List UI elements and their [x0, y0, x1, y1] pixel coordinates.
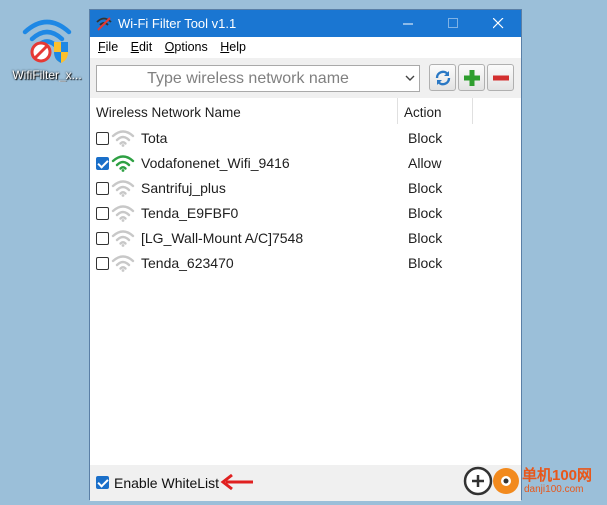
- minimize-button[interactable]: [386, 10, 431, 37]
- menu-file[interactable]: File: [98, 37, 123, 54]
- column-separator[interactable]: [472, 98, 473, 124]
- row-checkbox[interactable]: [96, 157, 109, 170]
- network-action[interactable]: Block: [408, 130, 442, 146]
- network-name: Vodafonenet_Wifi_9416: [141, 155, 290, 171]
- column-header-action[interactable]: Action: [404, 105, 442, 120]
- app-window: Wi-Fi Filter Tool v1.1 File Edit Options…: [89, 9, 522, 501]
- network-action[interactable]: Allow: [408, 155, 441, 171]
- title-bar[interactable]: Wi-Fi Filter Tool v1.1: [90, 10, 521, 37]
- row-checkbox[interactable]: [96, 207, 109, 220]
- plus-icon: [464, 70, 480, 86]
- desktop-shortcut-label: WifiFilter_x...: [12, 68, 82, 82]
- refresh-button[interactable]: [429, 64, 456, 91]
- status-bar: Enable WhiteList: [90, 465, 521, 501]
- menu-options[interactable]: Options: [165, 37, 213, 54]
- network-name-input[interactable]: [98, 67, 398, 90]
- network-name: Santrifuj_plus: [141, 180, 226, 196]
- enable-whitelist-checkbox[interactable]: [96, 476, 109, 489]
- menu-bar: File Edit Options Help: [90, 37, 521, 58]
- menu-edit[interactable]: Edit: [131, 37, 158, 54]
- wifi-signal-icon: [111, 130, 135, 147]
- row-checkbox[interactable]: [96, 132, 109, 145]
- row-checkbox[interactable]: [96, 257, 109, 270]
- table-row[interactable]: Tenda_623470 Block: [90, 251, 521, 276]
- wifi-signal-icon: [111, 230, 135, 247]
- arrow-left-icon: [220, 473, 253, 491]
- network-action[interactable]: Block: [408, 255, 442, 271]
- row-checkbox[interactable]: [96, 232, 109, 245]
- menu-help[interactable]: Help: [220, 37, 251, 54]
- list-header: Wireless Network Name Action: [90, 98, 521, 126]
- network-list[interactable]: Wireless Network Name Action Tota Block Vo…: [90, 98, 521, 463]
- refresh-icon: [435, 70, 451, 86]
- toolbar: [90, 58, 521, 98]
- add-network-button[interactable]: [458, 64, 485, 91]
- remove-network-button[interactable]: [487, 64, 514, 91]
- desktop-shortcut-wififilter[interactable]: WifiFilter_x...: [10, 12, 84, 82]
- table-row[interactable]: Santrifuj_plus Block: [90, 176, 521, 201]
- network-name: Tenda_E9FBF0: [141, 205, 239, 221]
- table-row[interactable]: Tenda_E9FBF0 Block: [90, 201, 521, 226]
- site-watermark: 单机100网 danji100.com: [458, 460, 607, 500]
- row-checkbox[interactable]: [96, 182, 109, 195]
- window-title: Wi-Fi Filter Tool v1.1: [118, 16, 237, 31]
- network-action[interactable]: Block: [408, 180, 442, 196]
- watermark-text: 单机100网: [522, 467, 593, 484]
- watermark-logo-icon: [463, 466, 519, 496]
- watermark-url: danji100.com: [524, 484, 584, 495]
- app-title-icon: [96, 17, 112, 31]
- network-name-combobox[interactable]: [96, 65, 420, 92]
- column-separator[interactable]: [397, 98, 398, 124]
- column-header-name[interactable]: Wireless Network Name: [96, 105, 241, 120]
- network-action[interactable]: Block: [408, 230, 442, 246]
- table-row[interactable]: Vodafonenet_Wifi_9416 Allow: [90, 151, 521, 176]
- network-name: Tota: [141, 130, 168, 146]
- close-icon: [493, 18, 504, 29]
- close-button[interactable]: [476, 10, 521, 37]
- wifi-signal-icon: [111, 180, 135, 197]
- chevron-down-icon[interactable]: [405, 75, 415, 82]
- table-row[interactable]: [LG_Wall-Mount A/C]7548 Block: [90, 226, 521, 251]
- wifi-signal-icon: [111, 155, 135, 172]
- enable-whitelist-label[interactable]: Enable WhiteList: [114, 475, 219, 491]
- minimize-icon: [403, 23, 413, 25]
- wifi-signal-icon: [111, 255, 135, 272]
- network-name: Tenda_623470: [141, 255, 234, 271]
- wifi-filter-app-icon: [22, 19, 72, 63]
- network-name: [LG_Wall-Mount A/C]7548: [141, 230, 304, 246]
- maximize-button[interactable]: [431, 10, 476, 37]
- network-action[interactable]: Block: [408, 205, 442, 221]
- table-row[interactable]: Tota Block: [90, 126, 521, 151]
- minus-icon: [493, 75, 509, 81]
- maximize-icon: [448, 18, 458, 28]
- wifi-signal-icon: [111, 205, 135, 222]
